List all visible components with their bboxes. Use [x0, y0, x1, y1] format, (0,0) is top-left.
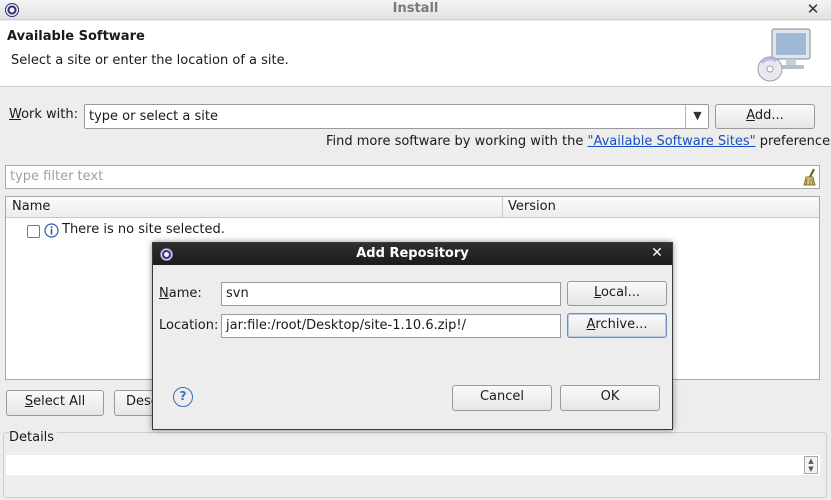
scroll-spinner[interactable]: ▲ ▼ [804, 456, 818, 474]
column-divider[interactable] [502, 197, 503, 218]
archive-button[interactable]: Archive... [567, 313, 667, 338]
page-subtitle: Select a site or enter the location of a… [11, 53, 289, 68]
close-icon[interactable]: ✕ [649, 245, 665, 261]
work-with-input[interactable]: type or select a site [89, 109, 218, 124]
dialog-title: Add Repository [356, 246, 469, 261]
wizard-header: Available Software Select a site or ente… [0, 21, 831, 87]
close-icon[interactable]: ✕ [805, 0, 821, 20]
clear-filter-icon[interactable] [801, 168, 819, 186]
details-text-area [6, 455, 820, 475]
location-label: Location: [159, 318, 219, 333]
page-title: Available Software [7, 29, 145, 44]
name-label: Name: [159, 286, 202, 301]
work-with-combo[interactable]: type or select a site ▼ [84, 104, 709, 129]
ok-button[interactable]: OK [560, 385, 660, 411]
select-all-button[interactable]: Select All [6, 390, 104, 416]
work-with-label: Work with: [9, 107, 79, 122]
find-more-text: Find more software by working with the "… [326, 134, 831, 149]
cancel-button[interactable]: Cancel [452, 385, 552, 411]
column-header-version[interactable]: Version [508, 199, 556, 214]
filter-input[interactable]: type filter text [10, 169, 103, 184]
local-button[interactable]: Local... [567, 281, 667, 306]
info-icon [44, 223, 59, 238]
name-input[interactable]: svn [221, 282, 561, 306]
row-checkbox[interactable] [27, 225, 40, 238]
chevron-down-icon[interactable]: ▼ [685, 105, 709, 128]
details-label: Details [9, 430, 58, 445]
filter-field[interactable]: type filter text [5, 165, 820, 189]
monitor-cd-icon [757, 28, 811, 82]
add-repository-dialog: Add Repository ✕ Name: svn Local... Loca… [152, 242, 673, 430]
available-software-sites-link[interactable]: "Available Software Sites" [588, 134, 756, 149]
column-header-name[interactable]: Name [12, 199, 50, 214]
add-button[interactable]: Add... [715, 104, 815, 129]
location-input[interactable]: jar:file:/root/Desktop/site-1.10.6.zip!/ [221, 314, 561, 338]
help-icon[interactable]: ? [173, 387, 193, 407]
table-header: Name Version [6, 197, 819, 218]
window-title: Install [392, 1, 439, 16]
table-row: There is no site selected. [62, 222, 225, 237]
